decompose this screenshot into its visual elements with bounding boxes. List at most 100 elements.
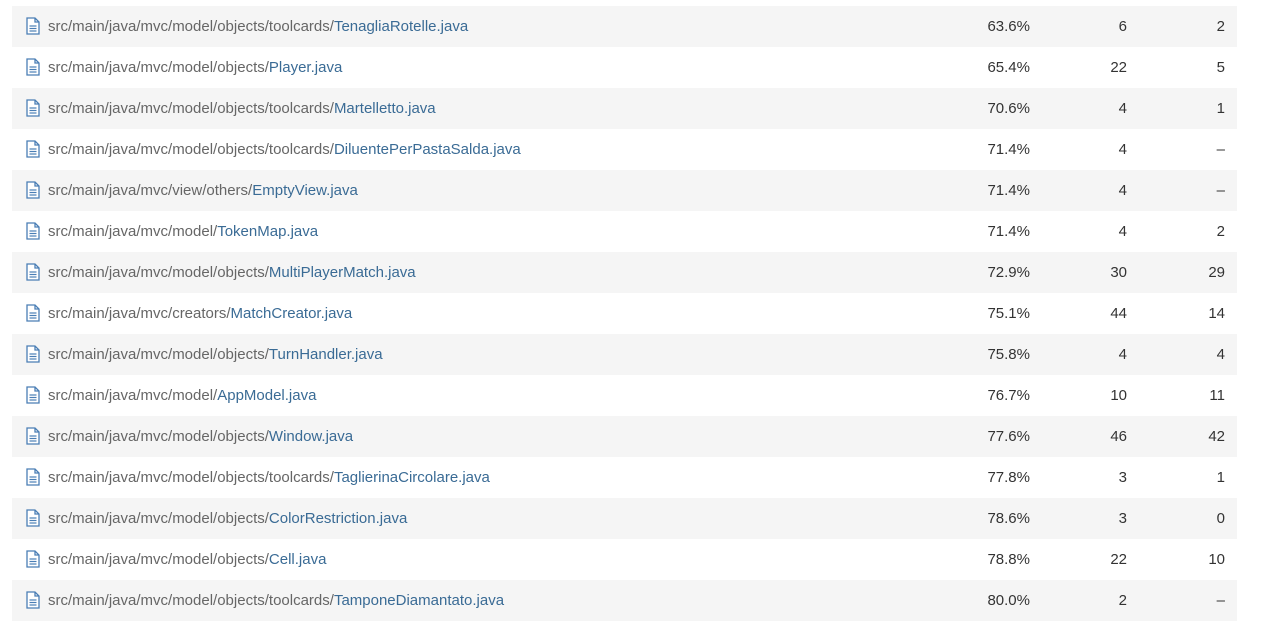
- table-row[interactable]: src/main/java/mvc/model/objects/ColorRes…: [12, 498, 1237, 539]
- metric-column-3: 4: [1216, 346, 1225, 363]
- metric-column-2: 4: [1118, 100, 1127, 117]
- metric-column-3: 29: [1208, 264, 1225, 281]
- file-link[interactable]: TaglierinaCircolare.java: [334, 469, 490, 486]
- file-link[interactable]: TokenMap.java: [217, 223, 318, 240]
- metric-column-2: 4: [1118, 346, 1127, 363]
- directory-path: src/main/java/mvc/model/objects/toolcard…: [48, 469, 334, 486]
- file-path: src/main/java/mvc/view/others/EmptyView.…: [48, 182, 358, 199]
- directory-path: src/main/java/mvc/model/objects/: [48, 510, 269, 527]
- directory-path: src/main/java/mvc/model/objects/: [48, 428, 269, 445]
- file-path: src/main/java/mvc/model/objects/Cell.jav…: [48, 551, 326, 568]
- file-path: src/main/java/mvc/model/objects/Window.j…: [48, 428, 353, 445]
- file-document-icon: [25, 386, 41, 404]
- file-link[interactable]: DiluentePerPastaSalda.java: [334, 141, 521, 158]
- metric-column-3: –: [1216, 182, 1225, 199]
- metric-column-3: 11: [1209, 387, 1225, 404]
- file-link[interactable]: TenagliaRotelle.java: [334, 18, 468, 35]
- directory-path: src/main/java/mvc/model/objects/: [48, 59, 269, 76]
- file-document-icon: [25, 468, 41, 486]
- coverage-percent: 71.4%: [987, 223, 1030, 240]
- table-row[interactable]: src/main/java/mvc/model/objects/toolcard…: [12, 580, 1237, 621]
- coverage-percent: 77.6%: [987, 428, 1030, 445]
- coverage-percent: 71.4%: [987, 141, 1030, 158]
- table-row[interactable]: src/main/java/mvc/model/objects/toolcard…: [12, 129, 1237, 170]
- file-path: src/main/java/mvc/model/objects/TurnHand…: [48, 346, 383, 363]
- file-document-icon: [25, 17, 41, 35]
- metric-column-3: 42: [1208, 428, 1225, 445]
- directory-path: src/main/java/mvc/model/: [48, 387, 218, 404]
- file-link[interactable]: Window.java: [269, 428, 353, 445]
- file-link[interactable]: ColorRestriction.java: [269, 510, 407, 527]
- file-link[interactable]: Player.java: [269, 59, 342, 76]
- file-link[interactable]: TamponeDiamantato.java: [334, 592, 504, 609]
- file-path: src/main/java/mvc/model/objects/toolcard…: [48, 18, 468, 35]
- directory-path: src/main/java/mvc/model/objects/toolcard…: [48, 100, 334, 117]
- table-row[interactable]: src/main/java/mvc/model/AppModel.java 76…: [12, 375, 1237, 416]
- metric-column-2: 10: [1110, 387, 1127, 404]
- file-path: src/main/java/mvc/model/objects/toolcard…: [48, 100, 436, 117]
- coverage-percent: 75.1%: [987, 305, 1030, 322]
- metric-column-3: 5: [1216, 59, 1225, 76]
- file-path: src/main/java/mvc/model/objects/toolcard…: [48, 141, 521, 158]
- file-path: src/main/java/mvc/creators/MatchCreator.…: [48, 305, 352, 322]
- file-document-icon: [25, 591, 41, 609]
- file-path: src/main/java/mvc/model/objects/toolcard…: [48, 592, 504, 609]
- file-document-icon: [25, 509, 41, 527]
- coverage-percent: 70.6%: [987, 100, 1030, 117]
- table-row[interactable]: src/main/java/mvc/model/TokenMap.java 71…: [12, 211, 1237, 252]
- metric-column-3: 10: [1208, 551, 1225, 568]
- table-row[interactable]: src/main/java/mvc/model/objects/Window.j…: [12, 416, 1237, 457]
- table-row[interactable]: src/main/java/mvc/model/objects/toolcard…: [12, 457, 1237, 498]
- coverage-percent: 72.9%: [987, 264, 1030, 281]
- file-document-icon: [25, 99, 41, 117]
- directory-path: src/main/java/mvc/creators/: [48, 305, 231, 322]
- coverage-percent: 78.8%: [987, 551, 1030, 568]
- metric-column-3: 1: [1216, 100, 1225, 117]
- file-link[interactable]: Cell.java: [269, 551, 327, 568]
- coverage-percent: 75.8%: [987, 346, 1030, 363]
- metric-column-2: 44: [1110, 305, 1127, 322]
- file-link[interactable]: Martelletto.java: [334, 100, 436, 117]
- table-row[interactable]: src/main/java/mvc/creators/MatchCreator.…: [12, 293, 1237, 334]
- coverage-percent: 65.4%: [987, 59, 1030, 76]
- file-path: src/main/java/mvc/model/objects/Player.j…: [48, 59, 342, 76]
- file-document-icon: [25, 550, 41, 568]
- coverage-percent: 78.6%: [987, 510, 1030, 527]
- file-path: src/main/java/mvc/model/objects/MultiPla…: [48, 264, 416, 281]
- table-row[interactable]: src/main/java/mvc/view/others/EmptyView.…: [12, 170, 1237, 211]
- coverage-percent: 63.6%: [987, 18, 1030, 35]
- metric-column-3: 2: [1216, 18, 1225, 35]
- metric-column-2: 6: [1118, 18, 1127, 35]
- file-link[interactable]: AppModel.java: [217, 387, 316, 404]
- coverage-percent: 71.4%: [987, 182, 1030, 199]
- metric-column-2: 2: [1118, 592, 1127, 609]
- table-row[interactable]: src/main/java/mvc/model/objects/toolcard…: [12, 6, 1237, 47]
- coverage-percent: 77.8%: [987, 469, 1030, 486]
- file-document-icon: [25, 222, 41, 240]
- file-link[interactable]: MatchCreator.java: [231, 305, 353, 322]
- metric-column-2: 46: [1110, 428, 1127, 445]
- file-document-icon: [25, 263, 41, 281]
- table-row[interactable]: src/main/java/mvc/model/objects/TurnHand…: [12, 334, 1237, 375]
- table-row[interactable]: src/main/java/mvc/model/objects/MultiPla…: [12, 252, 1237, 293]
- directory-path: src/main/java/mvc/model/objects/toolcard…: [48, 18, 334, 35]
- coverage-percent: 80.0%: [987, 592, 1030, 609]
- directory-path: src/main/java/mvc/model/objects/: [48, 264, 269, 281]
- directory-path: src/main/java/mvc/view/others/: [48, 182, 253, 199]
- metric-column-2: 22: [1110, 551, 1127, 568]
- directory-path: src/main/java/mvc/model/objects/: [48, 551, 269, 568]
- table-row[interactable]: src/main/java/mvc/model/objects/toolcard…: [12, 88, 1237, 129]
- table-row[interactable]: src/main/java/mvc/model/objects/Cell.jav…: [12, 539, 1237, 580]
- metric-column-3: 2: [1216, 223, 1225, 240]
- directory-path: src/main/java/mvc/model/: [48, 223, 218, 240]
- coverage-file-table: src/main/java/mvc/model/objects/toolcard…: [12, 6, 1237, 621]
- file-document-icon: [25, 304, 41, 322]
- metric-column-2: 30: [1110, 264, 1127, 281]
- file-link[interactable]: MultiPlayerMatch.java: [269, 264, 416, 281]
- file-link[interactable]: EmptyView.java: [252, 182, 358, 199]
- table-row[interactable]: src/main/java/mvc/model/objects/Player.j…: [12, 47, 1237, 88]
- file-path: src/main/java/mvc/model/TokenMap.java: [48, 223, 318, 240]
- file-link[interactable]: TurnHandler.java: [269, 346, 383, 363]
- directory-path: src/main/java/mvc/model/objects/toolcard…: [48, 141, 334, 158]
- file-document-icon: [25, 58, 41, 76]
